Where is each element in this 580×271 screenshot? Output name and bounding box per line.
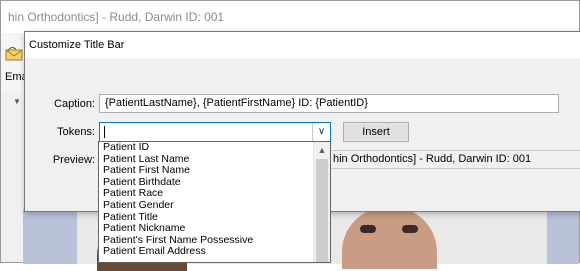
envelope-icon[interactable] (5, 46, 23, 61)
preview-value: hin Orthodontics] - Rudd, Darwin ID: 001 (333, 153, 532, 165)
chevron-up-icon[interactable]: ▲ (314, 142, 330, 158)
caption-value: {PatientLastName}, {PatientFirstName} ID… (105, 97, 368, 109)
main-window-title: hin Orthodontics] - Rudd, Darwin ID: 001 (8, 10, 225, 24)
text-cursor (104, 126, 105, 138)
tokens-combobox[interactable]: ∨ (99, 122, 331, 142)
list-item[interactable]: Patient ID (99, 142, 315, 154)
caption-field[interactable]: {PatientLastName}, {PatientFirstName} ID… (99, 94, 559, 113)
preview-label: Preview: (52, 154, 95, 166)
insert-button[interactable]: Insert (343, 122, 409, 142)
eye-right (402, 225, 418, 233)
dropdown-scrollbar[interactable]: ▲ (313, 142, 330, 262)
dialog-titlebar[interactable]: Customize Title Bar (25, 32, 580, 58)
chevron-down-icon[interactable]: ∨ (312, 123, 330, 141)
dialog-title: Customize Title Bar (29, 39, 125, 51)
tokens-dropdown-list[interactable]: Patient ID Patient Last Name Patient Fir… (98, 141, 331, 263)
chevron-down-icon: ▼ (13, 97, 21, 106)
patient-frontal-photo (342, 207, 437, 269)
list-item[interactable]: Patient Email Address (99, 246, 315, 258)
caption-label: Caption: (54, 98, 95, 110)
tokens-label: Tokens: (57, 126, 95, 138)
tokens-dropdown-items: Patient ID Patient Last Name Patient Fir… (99, 142, 315, 258)
scrollbar-thumb[interactable] (316, 159, 328, 262)
list-item[interactable]: Patient Gender (99, 199, 315, 212)
eye-left (360, 225, 376, 233)
main-window-titlebar: hin Orthodontics] - Rudd, Darwin ID: 001 (1, 1, 579, 34)
list-item[interactable]: Patient Nickname (99, 223, 315, 235)
